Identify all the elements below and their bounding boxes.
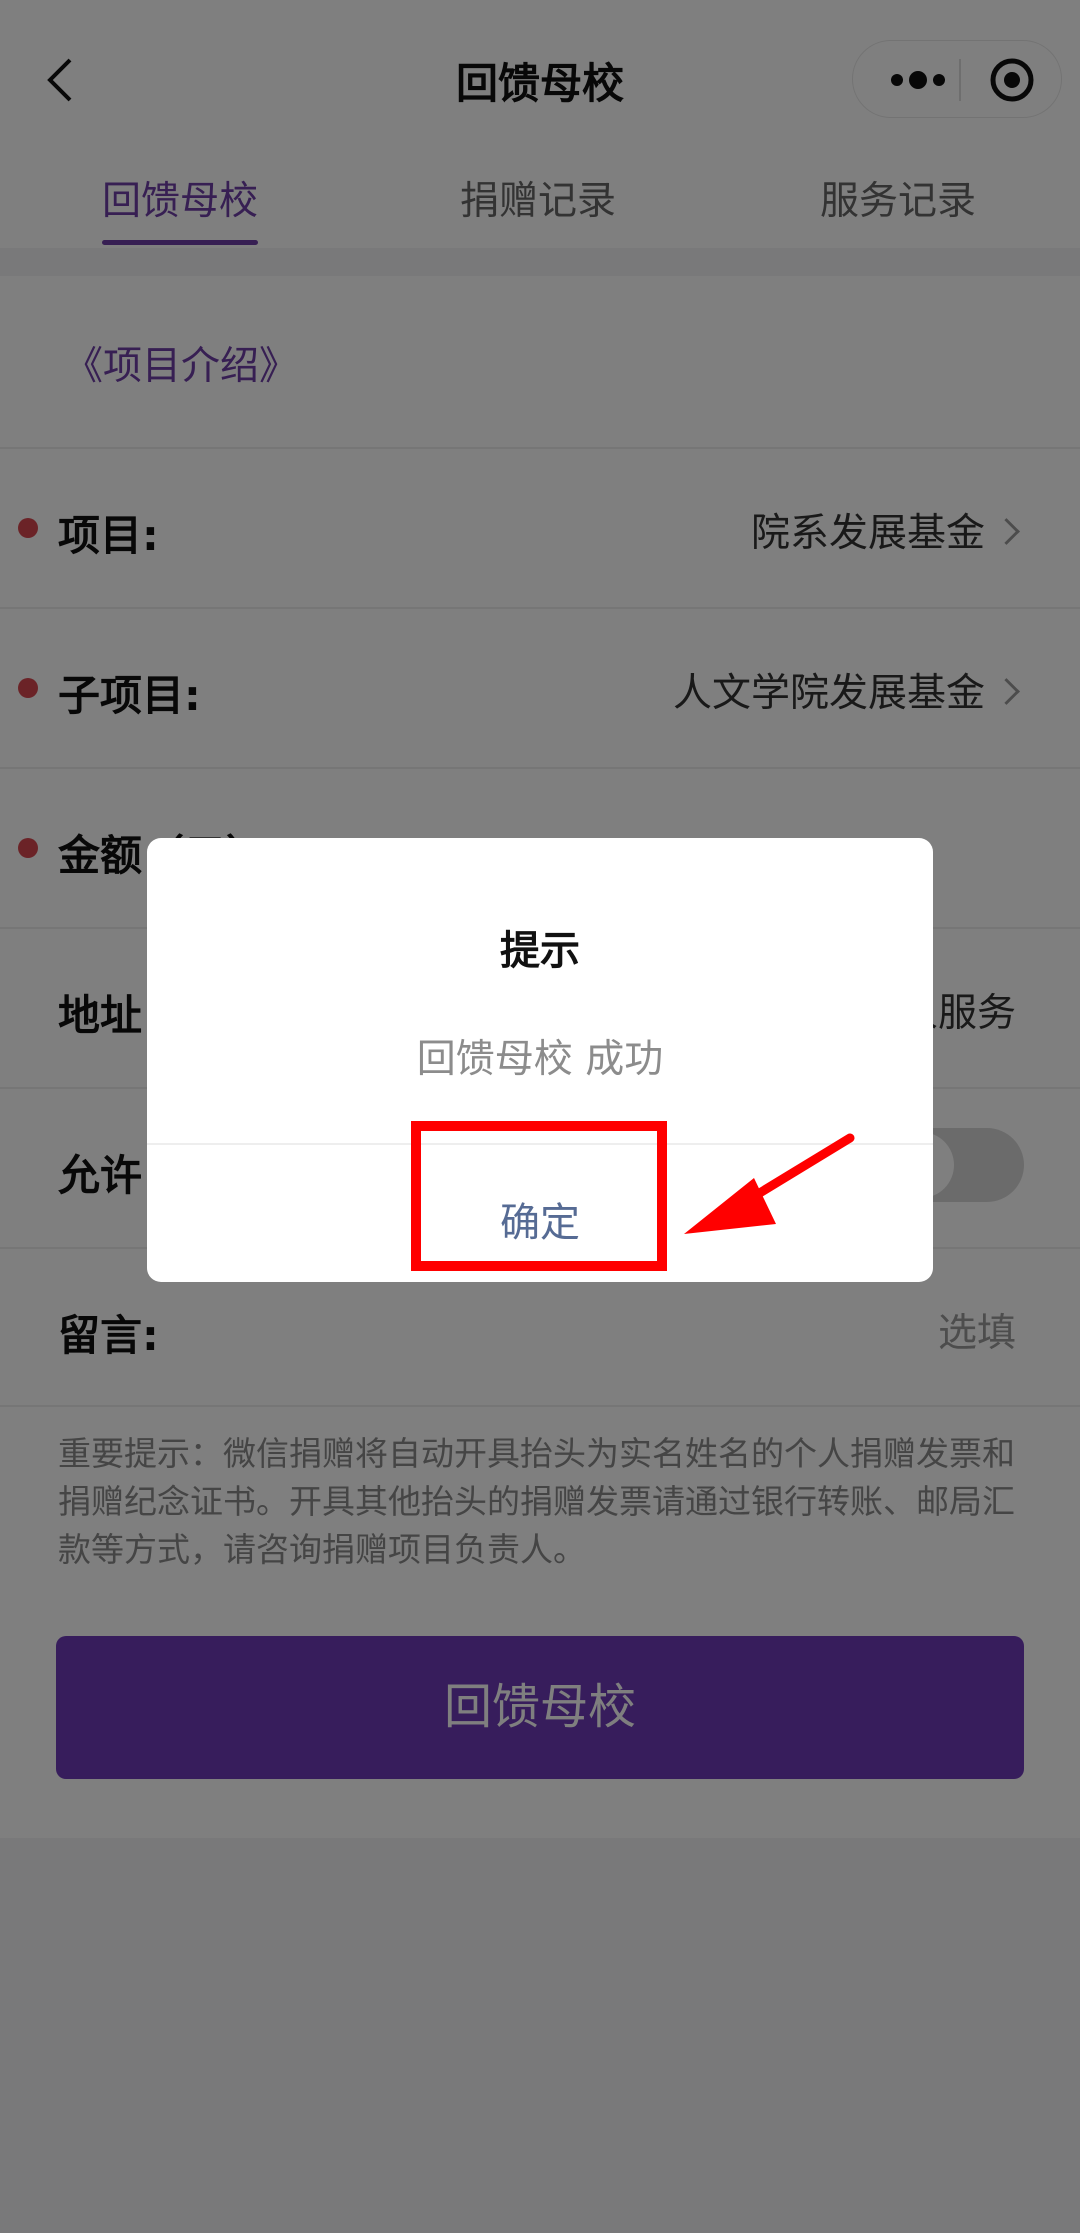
dialog-message: 回馈母校 成功 (416, 1037, 664, 1082)
dialog-title: 提示 (500, 928, 580, 974)
red-arrow-icon (684, 1133, 855, 1234)
highlight-box (411, 1121, 667, 1271)
